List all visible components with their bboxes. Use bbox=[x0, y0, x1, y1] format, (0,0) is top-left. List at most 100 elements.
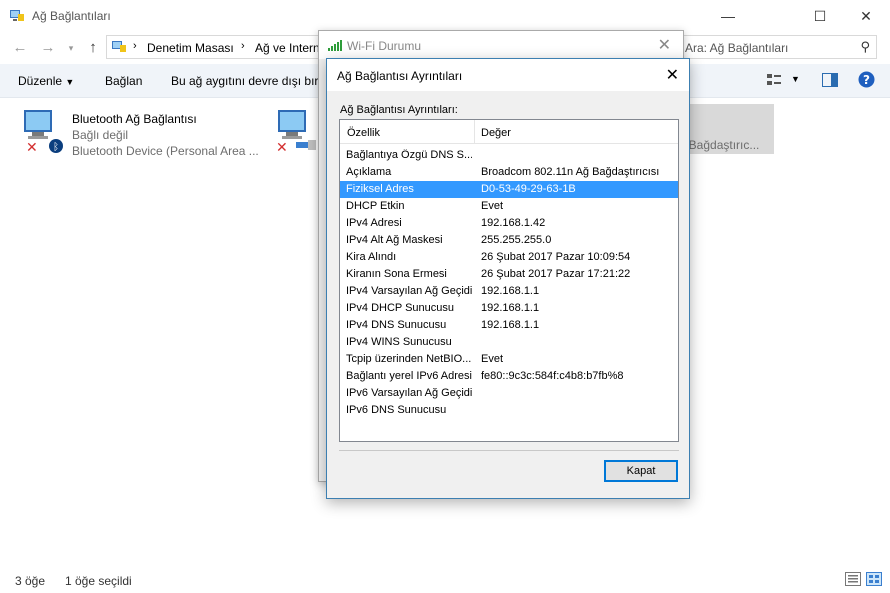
table-row[interactable]: IPv4 Varsayılan Ağ Geçidi 192.168.1.1 bbox=[340, 283, 678, 300]
row-property: Bağlantı yerel IPv6 Adresi bbox=[346, 370, 472, 382]
preview-pane-icon[interactable] bbox=[822, 73, 838, 90]
row-value: 192.168.1.1 bbox=[481, 319, 540, 331]
details-rows: Bağlantıya Özgü DNS S... Açıklama Broadcom… bbox=[340, 147, 678, 419]
list-item-wifi-selected[interactable]: ı Bağdaştırıc... bbox=[676, 104, 774, 154]
table-row[interactable]: Bağlantı yerel IPv6 Adresi fe80::9c3c:584… bbox=[340, 368, 678, 385]
table-row[interactable]: Kira Alındı 26 Şubat 2017 Pazar 10:09:54 bbox=[340, 249, 678, 266]
column-header-value[interactable]: Değer bbox=[481, 127, 511, 139]
close-icon[interactable]: ✕ bbox=[658, 35, 671, 55]
details-caption: Ağ Bağlantısı Ayrıntıları: bbox=[340, 104, 458, 116]
svg-text:ᛒ: ᛒ bbox=[53, 142, 59, 153]
table-row[interactable]: Açıklama Broadcom 802.11n Ağ Bağdaştırıcı… bbox=[340, 164, 678, 181]
row-value: D0-53-49-29-63-1B bbox=[481, 183, 576, 195]
list-item-bluetooth[interactable]: ✕ ᛒ Bluetooth Ağ Bağlantısı Bağlı değil … bbox=[18, 104, 268, 158]
up-arrow-icon[interactable]: ↑ bbox=[84, 39, 102, 57]
row-property: DHCP Etkin bbox=[346, 200, 405, 212]
connect-button[interactable]: Bağlan bbox=[105, 74, 142, 88]
view-options-icon[interactable] bbox=[766, 73, 782, 90]
back-arrow-icon[interactable]: ← bbox=[11, 39, 29, 57]
breadcrumb-control-panel[interactable]: Denetim Masası bbox=[147, 41, 234, 55]
view-options-chevron-icon[interactable]: ▼ bbox=[791, 74, 800, 84]
table-row[interactable]: Tcpip üzerinden NetBIO... Evet bbox=[340, 351, 678, 368]
maximize-button[interactable]: ☐ bbox=[797, 0, 843, 32]
table-row[interactable]: IPv4 DNS Sunucusu 192.168.1.1 bbox=[340, 317, 678, 334]
row-property: IPv6 DNS Sunucusu bbox=[346, 404, 447, 416]
details-view-icon[interactable] bbox=[845, 572, 861, 589]
row-value: fe80::9c3c:584f:c4b8:b7fb%8 bbox=[481, 370, 624, 382]
close-window-button[interactable]: ✕ bbox=[843, 0, 889, 32]
row-property: Tcpip üzerinden NetBIO... bbox=[346, 353, 472, 365]
item-name: Bluetooth Ağ Bağlantısı bbox=[72, 112, 197, 126]
row-property: IPv4 Alt Ağ Maskesi bbox=[346, 234, 443, 246]
row-property: IPv4 Adresi bbox=[346, 217, 402, 229]
row-property: Açıklama bbox=[346, 166, 392, 178]
row-property: IPv4 Varsayılan Ağ Geçidi bbox=[346, 285, 472, 297]
organize-button[interactable]: Düzenle ▼ bbox=[18, 74, 74, 88]
minimize-icon: — bbox=[721, 8, 735, 24]
minimize-button[interactable]: — bbox=[705, 0, 751, 32]
window-titlebar: Ağ Bağlantıları — ☐ ✕ bbox=[0, 0, 890, 32]
row-property: IPv4 WINS Sunucusu bbox=[346, 336, 452, 348]
breadcrumb-separator-icon: › bbox=[133, 40, 137, 52]
control-panel-icon bbox=[112, 41, 126, 52]
row-property: IPv4 DHCP Sunucusu bbox=[346, 302, 455, 314]
close-button[interactable]: Kapat bbox=[604, 460, 678, 482]
column-header-property[interactable]: Özellik bbox=[347, 127, 380, 139]
status-bar: 3 öğe 1 öğe seçildi bbox=[0, 568, 890, 593]
search-icon: ⚲ bbox=[860, 39, 870, 54]
network-details-dialog[interactable]: Ağ Bağlantısı Ayrıntıları ✕ Ağ Bağlantıs… bbox=[326, 58, 690, 499]
table-row[interactable]: IPv6 DNS Sunucusu bbox=[340, 402, 678, 419]
row-value: Evet bbox=[481, 200, 504, 212]
row-value: Broadcom 802.11n Ağ Bağdaştırıcısı bbox=[481, 166, 660, 178]
selected-count: 1 öğe seçildi bbox=[65, 574, 132, 588]
table-row[interactable]: IPv4 DHCP Sunucusu 192.168.1.1 bbox=[340, 300, 678, 317]
table-row[interactable]: IPv6 Varsayılan Ağ Geçidi bbox=[340, 385, 678, 402]
search-input[interactable]: Ara: Ağ Bağlantıları ⚲ bbox=[680, 35, 877, 59]
details-dialog-title: Ağ Bağlantısı Ayrıntıları bbox=[337, 69, 463, 83]
forward-arrow-icon[interactable]: → bbox=[39, 39, 57, 57]
table-row[interactable]: IPv4 Adresi 192.168.1.42 bbox=[340, 215, 678, 232]
large-icons-view-icon[interactable] bbox=[866, 572, 882, 589]
item-device: Bluetooth Device (Personal Area ... bbox=[72, 144, 259, 158]
table-row[interactable]: Kiranın Sona Ermesi 26 Şubat 2017 Pazar 1… bbox=[340, 266, 678, 283]
svg-text:✕: ✕ bbox=[26, 140, 38, 154]
item-status: Bağlı değil bbox=[72, 128, 129, 142]
ethernet-network-icon: ✕ bbox=[276, 110, 316, 154]
bluetooth-network-icon: ✕ ᛒ bbox=[24, 110, 63, 154]
row-property: IPv6 Varsayılan Ağ Geçidi bbox=[346, 387, 472, 399]
row-value: 192.168.1.1 bbox=[481, 302, 540, 314]
table-row[interactable]: IPv4 Alt Ağ Maskesi 255.255.255.0 bbox=[340, 232, 678, 249]
close-icon[interactable]: ✕ bbox=[666, 65, 679, 85]
item-device: ı Bağdaştırıc... bbox=[682, 138, 760, 152]
table-row[interactable]: IPv4 WINS Sunucusu bbox=[340, 334, 678, 351]
wifi-dialog-title: Wi-Fi Durumu bbox=[347, 39, 421, 53]
row-value: 26 Şubat 2017 Pazar 10:09:54 bbox=[481, 251, 631, 263]
wifi-dialog-titlebar: Wi-Fi Durumu ✕ bbox=[319, 31, 683, 59]
svg-text:✕: ✕ bbox=[276, 140, 288, 154]
row-property: Kira Alındı bbox=[346, 251, 397, 263]
svg-text:?: ? bbox=[863, 73, 870, 87]
row-value: 26 Şubat 2017 Pazar 17:21:22 bbox=[481, 268, 631, 280]
table-row[interactable]: DHCP Etkin Evet bbox=[340, 198, 678, 215]
details-listview[interactable]: Özellik Değer Bağlantıya Özgü DNS S... Aç… bbox=[339, 119, 679, 442]
row-property: IPv4 DNS Sunucusu bbox=[346, 319, 447, 331]
row-value: 192.168.1.42 bbox=[481, 217, 546, 229]
recent-locations-chevron-icon[interactable]: ▾ bbox=[62, 39, 80, 57]
item-count: 3 öğe bbox=[15, 574, 46, 588]
row-value: 192.168.1.1 bbox=[481, 285, 540, 297]
row-property: Kiranın Sona Ermesi bbox=[346, 268, 447, 280]
wifi-signal-icon bbox=[328, 40, 342, 51]
search-placeholder: Ara: Ağ Bağlantıları bbox=[685, 41, 789, 55]
disable-device-button[interactable]: Bu ağ aygıtını devre dışı bırak bbox=[171, 74, 331, 88]
table-row[interactable]: Bağlantıya Özgü DNS S... bbox=[340, 147, 678, 164]
row-property: Fiziksel Adres bbox=[346, 183, 414, 195]
column-separator[interactable] bbox=[474, 120, 475, 144]
table-row[interactable]: Fiziksel Adres D0-53-49-29-63-1B bbox=[340, 181, 678, 198]
list-item-ethernet[interactable]: ✕ bbox=[272, 104, 322, 156]
help-icon[interactable]: ? bbox=[858, 71, 875, 91]
row-property: Bağlantıya Özgü DNS S... bbox=[346, 149, 472, 161]
row-value: Evet bbox=[481, 353, 504, 365]
row-value: 255.255.255.0 bbox=[481, 234, 552, 246]
close-icon: ✕ bbox=[860, 7, 872, 24]
maximize-icon: ☐ bbox=[813, 7, 827, 24]
